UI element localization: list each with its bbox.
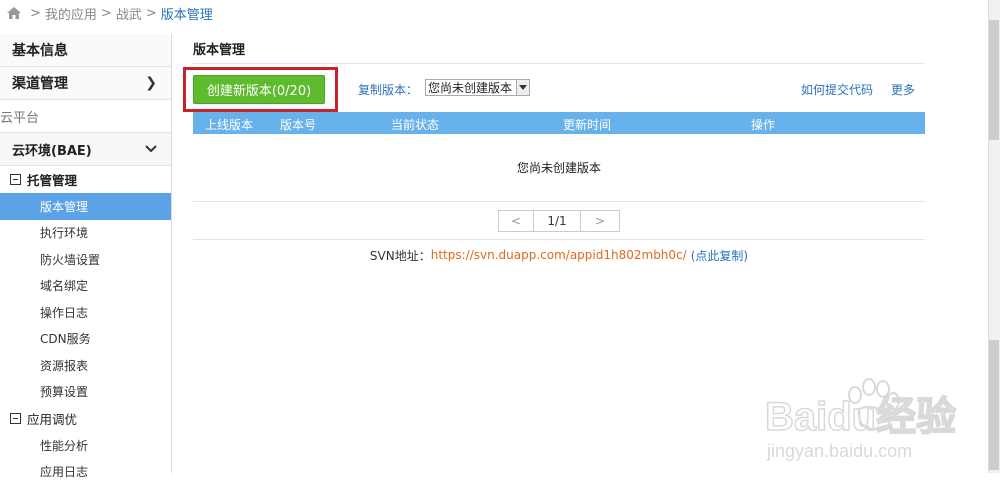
baidu-jingyan-watermark: Baidu经验 jingyan.baidu.com [765,375,980,465]
column-header-updated: 更新时间 [563,116,611,133]
sidebar-item-label: 版本管理 [40,198,88,215]
sidebar-section-cloud-platform: 云平台 [0,100,171,133]
dropdown-arrow-icon[interactable] [516,80,529,95]
sidebar-group-cloud-env[interactable]: 云环境(BAE) [0,133,171,166]
chevron-down-icon [145,145,157,153]
chevron-right-icon: ❯ [145,75,157,91]
main-content: 版本管理 创建新版本(0/20) 复制版本： 您尚未创建版本 如何提交代码 更多… [193,34,925,270]
sidebar-item-label: 防火墙设置 [40,251,100,268]
sidebar-subgroup-hosting[interactable]: 托管管理 [0,166,171,193]
watermark-subtext: jingyan.baidu.com [766,441,912,461]
prev-page-button[interactable]: < [498,210,534,232]
breadcrumb-item-app[interactable]: 战武 [116,4,142,23]
collapse-icon[interactable] [10,174,21,185]
sidebar-item-channel[interactable]: 渠道管理 ❯ [0,67,171,100]
sidebar-item-domain[interactable]: 域名绑定 [0,273,171,300]
breadcrumb: > 我的应用 > 战武 > 版本管理 [6,4,213,22]
table-header: 上线版本 版本号 当前状态 更新时间 操作 [193,112,925,134]
toolbar: 创建新版本(0/20) 复制版本： 您尚未创建版本 如何提交代码 更多 [193,64,925,112]
next-page-button[interactable]: > [580,210,620,232]
sidebar-item-label: CDN服务 [40,330,91,347]
sidebar-item-label: 执行环境 [40,224,88,241]
top-bar: > 我的应用 > 战武 > 版本管理 [0,0,1000,25]
column-header-status: 当前状态 [391,116,439,133]
sidebar-subgroup-label: 应用调优 [27,409,77,428]
sidebar-item-budget[interactable]: 预算设置 [0,379,171,406]
sidebar-subgroup-app-tuning[interactable]: 应用调优 [0,405,171,432]
sidebar-section-label: 云平台 [0,107,39,126]
sidebar-item-cdn[interactable]: CDN服务 [0,326,171,353]
sidebar-item-basic-info[interactable]: 基本信息 [0,34,171,67]
sidebar-item-label: 性能分析 [40,437,88,454]
collapse-icon[interactable] [10,413,21,424]
scrollbar-thumb[interactable] [989,340,999,470]
copy-version-select[interactable]: 您尚未创建版本 [425,79,530,96]
svn-address: SVN地址： https://svn.duapp.com/appid1h802m… [193,240,925,270]
how-to-commit-link[interactable]: 如何提交代码 [801,81,873,98]
home-icon[interactable] [6,6,22,20]
page-indicator: 1/1 [533,210,581,232]
copy-svn-link[interactable]: (点此复制) [691,247,748,264]
breadcrumb-separator: > [146,6,157,21]
sidebar-item-label: 应用日志 [40,463,88,480]
sidebar-group-label: 云环境(BAE) [12,140,92,159]
sidebar-subgroup-label: 托管管理 [27,170,77,189]
breadcrumb-current: 版本管理 [161,4,213,23]
more-link[interactable]: 更多 [891,81,915,98]
sidebar-item-label: 预算设置 [40,383,88,400]
sidebar-item-resource-report[interactable]: 资源报表 [0,352,171,379]
pagination: < 1/1 > [193,202,925,240]
sidebar-item-label: 基本信息 [12,40,68,60]
scrollbar-thumb[interactable] [989,20,999,140]
sidebar-item-applog[interactable]: 应用日志 [0,459,171,485]
sidebar-item-perf[interactable]: 性能分析 [0,432,171,459]
svn-url-link[interactable]: https://svn.duapp.com/appid1h802mbh0c/ [431,248,687,262]
column-header-version: 版本号 [280,116,316,133]
page-title: 版本管理 [193,34,925,64]
sidebar-item-oplog[interactable]: 操作日志 [0,299,171,326]
sidebar: 基本信息 渠道管理 ❯ 云平台 云环境(BAE) 托管管理 版本管理 执行环境 … [0,34,172,473]
sidebar-item-label: 操作日志 [40,304,88,321]
sidebar-item-firewall[interactable]: 防火墙设置 [0,246,171,273]
breadcrumb-separator: > [101,6,112,21]
sidebar-item-label: 渠道管理 [12,73,68,93]
breadcrumb-item-my-apps[interactable]: 我的应用 [45,4,97,23]
sidebar-item-version-management[interactable]: 版本管理 [0,193,171,220]
sidebar-item-label: 资源报表 [40,357,88,374]
column-header-actions: 操作 [751,116,775,133]
svn-label: SVN地址： [370,247,431,264]
copy-version-label: 复制版本： [358,81,418,98]
column-header-online: 上线版本 [205,116,253,133]
sidebar-item-exec-env[interactable]: 执行环境 [0,220,171,247]
breadcrumb-separator: > [30,6,41,21]
sidebar-item-label: 域名绑定 [40,277,88,294]
empty-state: 您尚未创建版本 [193,134,925,202]
copy-version-select-value: 您尚未创建版本 [428,79,512,96]
watermark-logo-text: Baidu经验 [765,395,956,439]
create-version-button[interactable]: 创建新版本(0/20) [193,75,325,104]
